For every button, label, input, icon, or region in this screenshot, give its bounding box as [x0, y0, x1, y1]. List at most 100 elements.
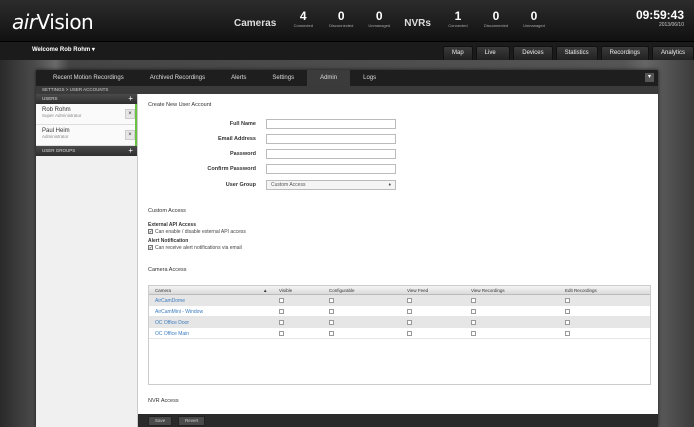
confirm-password-field[interactable] — [266, 164, 396, 174]
table-row: OC Office Door — [149, 317, 650, 328]
cameras-label: Cameras — [234, 18, 277, 29]
sort-asc-icon[interactable]: ▲ — [263, 288, 267, 293]
status-bar — [135, 125, 137, 146]
tab-statistics[interactable]: Statistics — [555, 46, 598, 60]
configurable-checkbox[interactable] — [329, 309, 334, 314]
table-row: AirCamDome — [149, 295, 650, 306]
save-button[interactable]: Save — [148, 416, 173, 426]
col-configurable: Configurable — [329, 288, 355, 293]
email-label: Email Address — [217, 136, 256, 142]
tab-admin[interactable]: Admin — [307, 70, 351, 86]
visible-checkbox[interactable] — [279, 298, 284, 303]
user-group-label: User Group — [225, 182, 256, 188]
full-name-field[interactable] — [266, 119, 396, 129]
col-edit-recordings: Edit Recordings — [565, 288, 597, 293]
visible-checkbox[interactable] — [279, 320, 284, 325]
cameras-connected: 4 Connected — [293, 9, 313, 29]
camera-access-table: Camera ▲ Visible Configurable View Feed … — [148, 285, 651, 385]
nav-bar: Welcome Rob Rohm ▾ Map Live View Devices… — [0, 42, 694, 69]
view-recordings-checkbox[interactable] — [471, 320, 476, 325]
full-name-row: Full Name — [148, 119, 396, 129]
nvrs-unmanaged: 0 Unmanaged — [523, 9, 545, 29]
breadcrumb: SETTINGS > USER ACCOUNTS — [36, 86, 658, 94]
edit-recordings-checkbox[interactable] — [565, 331, 570, 336]
delete-user-icon[interactable]: × — [125, 130, 135, 140]
users-sidebar: USERS + Rob Rohm Super Administrator × Pa… — [36, 94, 138, 427]
nvr-access-title: NVR Access — [148, 398, 179, 404]
user-group-select[interactable]: Custom Access ♦ — [266, 180, 396, 190]
edit-recordings-checkbox[interactable] — [565, 309, 570, 314]
tab-archived-recordings[interactable]: Archived Recordings — [137, 70, 218, 86]
nvrs-label: NVRs — [404, 18, 431, 29]
configurable-checkbox[interactable] — [329, 331, 334, 336]
list-item[interactable]: Paul Heim Administrator × — [36, 125, 137, 146]
view-feed-checkbox[interactable] — [407, 309, 412, 314]
tab-devices[interactable]: Devices — [513, 46, 553, 60]
tab-logs[interactable]: Logs — [350, 70, 389, 86]
view-recordings-checkbox[interactable] — [471, 298, 476, 303]
add-user-icon[interactable]: + — [128, 94, 133, 104]
configurable-checkbox[interactable] — [329, 320, 334, 325]
clock-time: 09:59:43 — [635, 8, 684, 22]
col-view-feed: View Feed — [407, 288, 429, 293]
visible-checkbox[interactable] — [279, 331, 284, 336]
dropdown-arrow-icon: ♦ — [388, 182, 391, 188]
view-feed-checkbox[interactable] — [407, 298, 412, 303]
visible-checkbox[interactable] — [279, 309, 284, 314]
revert-button[interactable]: Revert — [178, 416, 206, 426]
clock-date: 2013/06/10 — [658, 22, 684, 28]
view-feed-checkbox[interactable] — [407, 331, 412, 336]
cameras-disconnected: 0 Disconnected — [329, 9, 354, 29]
email-row: Email Address — [148, 134, 396, 144]
user-group-row: User Group Custom Access ♦ — [148, 180, 396, 190]
cameras-unmanaged: 0 Unmanaged — [368, 9, 391, 29]
password-row: Password — [148, 149, 396, 159]
edit-recordings-checkbox[interactable] — [565, 298, 570, 303]
col-camera[interactable]: Camera — [155, 288, 171, 293]
camera-name: OC Office Door — [155, 320, 190, 326]
status-bar — [135, 104, 137, 125]
top-bar: airVision Cameras 4 Connected 0 Disconnect… — [0, 0, 694, 42]
tab-recent-motion-recordings[interactable]: Recent Motion Recordings — [40, 70, 137, 86]
col-view-recordings: View Recordings — [471, 288, 505, 293]
alert-notification-option: ✔ Can receive alert notifications via ema… — [148, 245, 242, 251]
tab-recordings[interactable]: Recordings — [600, 46, 649, 60]
confirm-password-row: Confirm Password — [148, 164, 396, 174]
table-row: OC Office Main — [149, 328, 650, 339]
view-recordings-checkbox[interactable] — [471, 331, 476, 336]
alert-notification-checkbox[interactable]: ✔ — [148, 245, 153, 251]
collapse-icon[interactable]: ▾ — [645, 73, 654, 82]
api-access-checkbox[interactable]: ✔ — [148, 229, 153, 235]
tab-settings[interactable]: Settings — [259, 70, 307, 86]
view-recordings-checkbox[interactable] — [471, 309, 476, 314]
alert-notification-title: Alert Notification — [148, 238, 189, 244]
password-field[interactable] — [266, 149, 396, 159]
api-access-option: ✔ Can enable / disable external API acces… — [148, 229, 246, 235]
user-role: Administrator — [42, 134, 69, 139]
api-access-title: External API Access — [148, 222, 196, 228]
airvision-logo: airVision — [12, 10, 94, 34]
user-menu[interactable]: Welcome Rob Rohm ▾ — [32, 46, 95, 53]
view-feed-checkbox[interactable] — [407, 320, 412, 325]
main-tabs: Map Live View Devices Statistics Recordi… — [443, 46, 694, 69]
email-field[interactable] — [266, 134, 396, 144]
edit-recordings-checkbox[interactable] — [565, 320, 570, 325]
list-item[interactable]: Rob Rohm Super Administrator × — [36, 104, 137, 125]
device-stats: Cameras 4 Connected 0 Disconnected 0 Unmana… — [228, 9, 553, 30]
confirm-password-label: Confirm Password — [207, 166, 256, 172]
user-role: Super Administrator — [42, 113, 82, 118]
tab-live-view[interactable]: Live View — [475, 46, 511, 69]
configurable-checkbox[interactable] — [329, 298, 334, 303]
tab-map[interactable]: Map — [443, 46, 473, 60]
table-header: Camera ▲ Visible Configurable View Feed … — [149, 286, 650, 295]
col-visible: Visible — [279, 288, 293, 293]
add-group-icon[interactable]: + — [128, 146, 133, 156]
panel-tabs: Recent Motion Recordings Archived Record… — [36, 70, 658, 86]
delete-user-icon[interactable]: × — [125, 109, 135, 119]
nvrs-connected: 1 Connected — [448, 9, 468, 29]
table-row: AirCamMini - Window — [149, 306, 650, 317]
users-header: USERS + — [36, 94, 137, 104]
tab-alerts[interactable]: Alerts — [218, 70, 259, 86]
camera-name: OC Office Main — [155, 331, 190, 337]
tab-analytics[interactable]: Analytics — [651, 46, 694, 60]
